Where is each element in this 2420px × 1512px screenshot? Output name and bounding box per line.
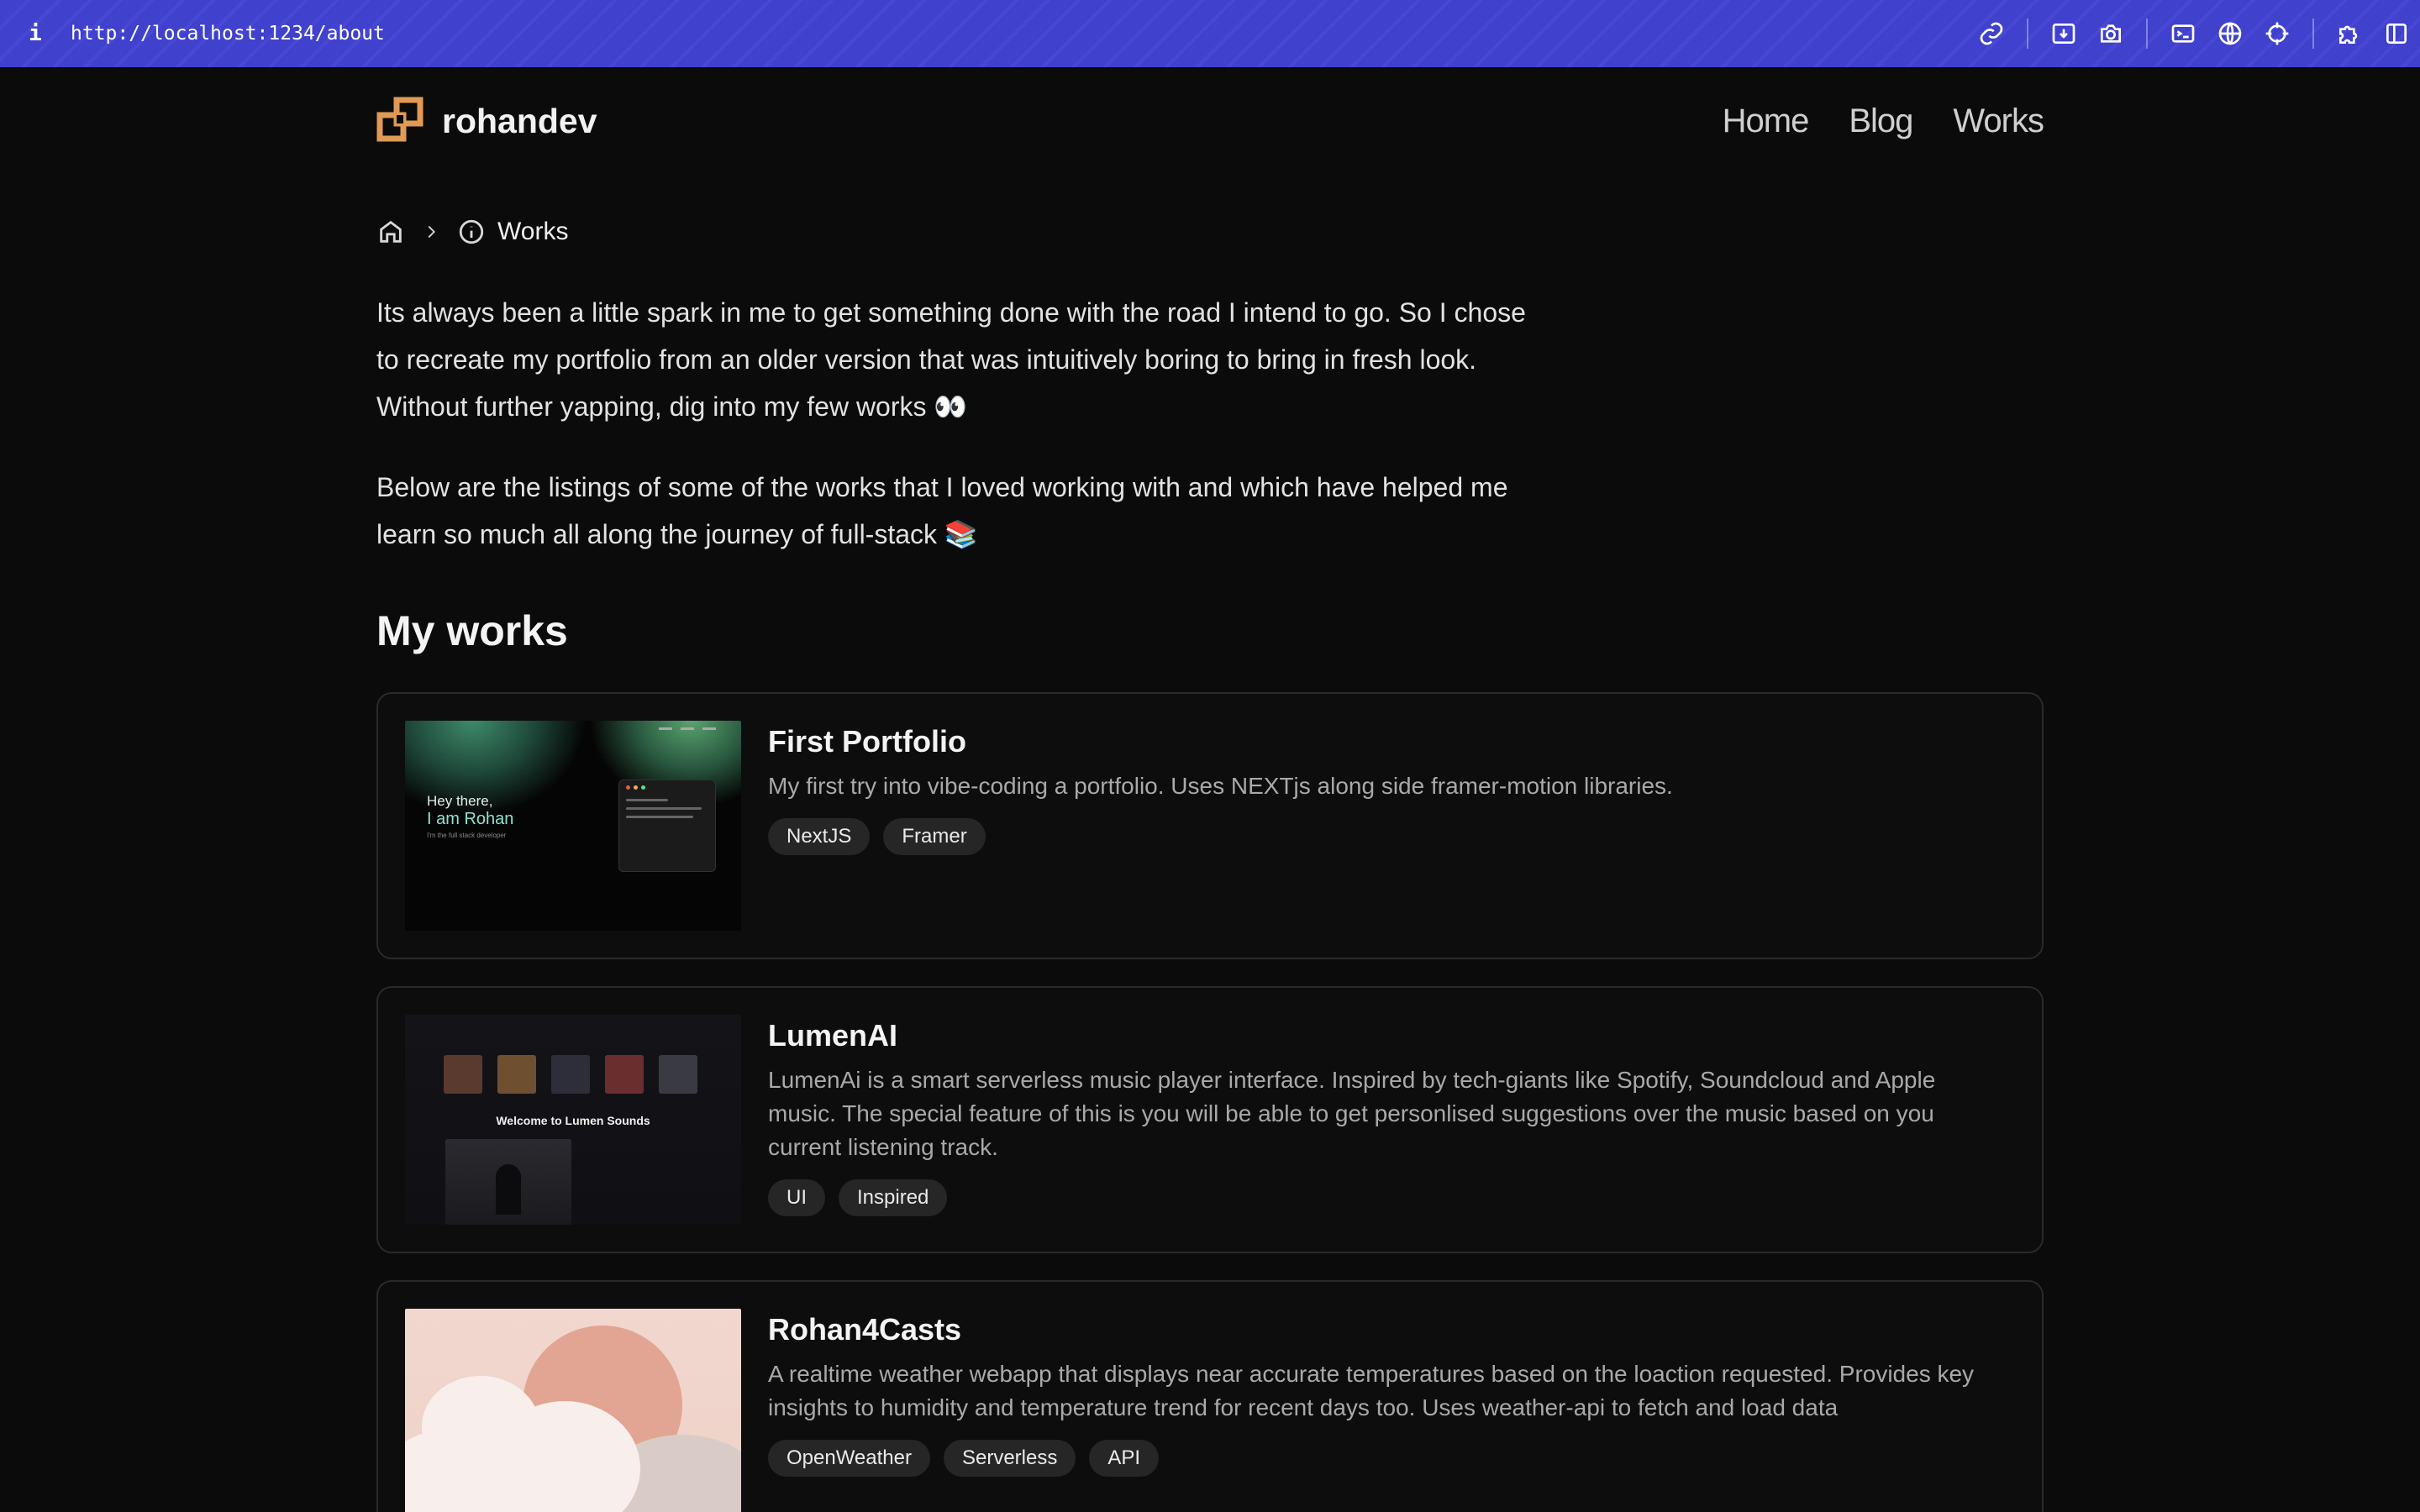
breadcrumb-label: Works xyxy=(497,218,569,245)
thumb-image xyxy=(445,1139,571,1225)
section-title: My works xyxy=(376,607,568,654)
work-title[interactable]: Rohan4Casts xyxy=(768,1309,1995,1351)
browser-tools xyxy=(1968,0,2420,67)
toolbar-divider xyxy=(2146,18,2148,49)
work-thumbnail xyxy=(405,1309,741,1512)
thumb-nav xyxy=(659,727,716,730)
thumb-album-art xyxy=(551,1055,590,1094)
chevron-right-icon xyxy=(422,223,440,241)
sidebar-icon[interactable] xyxy=(2373,10,2420,57)
camera-icon[interactable] xyxy=(2087,10,2134,57)
work-thumbnail: Welcome to Lumen Sounds xyxy=(405,1015,741,1225)
toolbar-divider xyxy=(2027,18,2028,49)
work-title[interactable]: LumenAI xyxy=(768,1015,1995,1057)
work-tags: UI Inspired xyxy=(768,1179,1995,1216)
download-icon[interactable] xyxy=(2040,10,2087,57)
breadcrumb-current: Works xyxy=(457,218,568,246)
work-tags: NextJS Framer xyxy=(768,818,1995,855)
work-card-body: First Portfolio My first try into vibe-c… xyxy=(768,721,1995,855)
address-bar[interactable]: http://localhost:1234/about xyxy=(71,23,385,45)
crosshair-icon[interactable] xyxy=(2254,10,2301,57)
info-circle-icon xyxy=(457,218,486,246)
tag: API xyxy=(1089,1440,1160,1477)
globe-icon[interactable] xyxy=(2207,10,2254,57)
main-nav: Home Blog Works xyxy=(1723,102,2044,140)
thumb-text: Hey there, xyxy=(427,793,493,809)
work-card-body: Rohan4Casts A realtime weather webapp th… xyxy=(768,1309,1995,1477)
tag: Framer xyxy=(883,818,986,855)
work-description: A realtime weather webapp that displays … xyxy=(768,1361,1975,1420)
work-thumbnail: Hey there, I am Rohan I'm the full stack… xyxy=(405,721,741,931)
intro: Its always been a little spark in me to … xyxy=(376,289,1536,591)
work-description: My first try into vibe-coding a portfoli… xyxy=(768,773,1673,799)
info-icon[interactable]: i xyxy=(0,21,71,46)
brand[interactable]: rohandev xyxy=(376,97,597,145)
nav-home[interactable]: Home xyxy=(1723,102,1810,140)
link-icon[interactable] xyxy=(1968,10,2015,57)
thumb-album-art xyxy=(659,1055,697,1094)
work-description: LumenAi is a smart serverless music play… xyxy=(768,1067,1936,1160)
breadcrumb: Works xyxy=(376,215,568,249)
work-title[interactable]: First Portfolio xyxy=(768,721,1995,763)
tag: Serverless xyxy=(943,1440,1076,1477)
intro-paragraph-2: Below are the listings of some of the wo… xyxy=(376,472,1508,549)
thumb-text: I am Rohan xyxy=(427,810,514,828)
work-card[interactable]: Hey there, I am Rohan I'm the full stack… xyxy=(376,692,2044,959)
thumb-terminal xyxy=(618,780,716,872)
intro-paragraph-1: Its always been a little spark in me to … xyxy=(376,297,1526,422)
logo-icon xyxy=(376,97,425,145)
tag: OpenWeather xyxy=(768,1440,930,1477)
thumb-text: Welcome to Lumen Sounds xyxy=(496,1114,650,1127)
site-header: rohandev Home Blog Works xyxy=(376,67,2044,175)
extension-icon[interactable] xyxy=(2326,10,2373,57)
work-tags: OpenWeather Serverless API xyxy=(768,1440,1995,1477)
home-icon[interactable] xyxy=(376,218,405,246)
terminal-icon[interactable] xyxy=(2160,10,2207,57)
thumb-album-art xyxy=(605,1055,644,1094)
nav-blog[interactable]: Blog xyxy=(1849,102,1913,140)
tag: Inspired xyxy=(839,1179,948,1216)
thumb-album-art xyxy=(497,1055,536,1094)
browser-toolbar: i http://localhost:1234/about xyxy=(0,0,2420,67)
tag: NextJS xyxy=(768,818,871,855)
tag: UI xyxy=(768,1179,825,1216)
thumb-album-art xyxy=(444,1055,482,1094)
toolbar-divider xyxy=(2312,18,2314,49)
nav-works[interactable]: Works xyxy=(1953,102,2044,140)
thumb-text: I'm the full stack developer xyxy=(427,832,507,839)
thumb-cloud xyxy=(422,1376,539,1477)
work-card[interactable]: Welcome to Lumen Sounds LumenAI LumenAi … xyxy=(376,986,2044,1253)
brand-name: rohandev xyxy=(442,101,597,140)
work-card[interactable]: Rohan4Casts A realtime weather webapp th… xyxy=(376,1280,2044,1512)
work-card-body: LumenAI LumenAi is a smart serverless mu… xyxy=(768,1015,1995,1216)
